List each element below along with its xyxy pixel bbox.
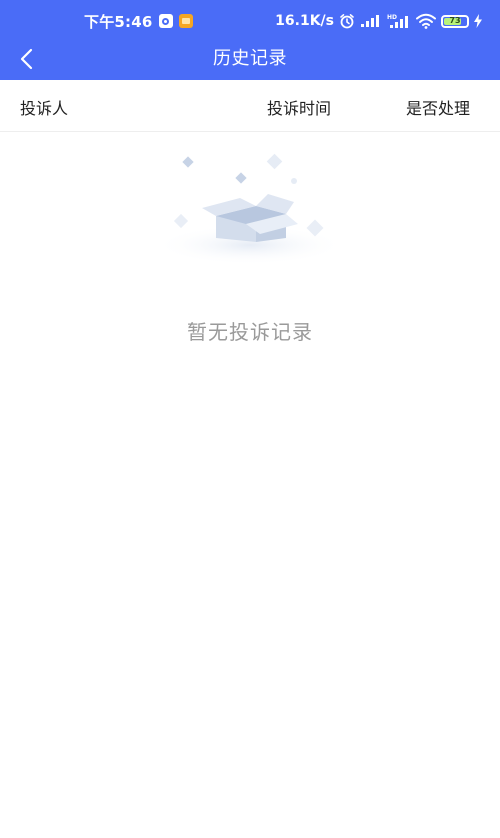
alarm-icon: [340, 14, 354, 29]
table-header: 投诉人 投诉时间 是否处理: [0, 80, 500, 132]
wifi-icon: [416, 13, 436, 29]
signal-hd-icon: HD: [387, 14, 408, 28]
status-time: 下午5:46: [84, 12, 153, 31]
charging-icon: [474, 14, 482, 28]
empty-state-message: 暂无投诉记录: [187, 320, 313, 344]
status-bar: 下午5:46 16.1K/s HD 73: [0, 0, 500, 40]
column-header-complaint-time: 投诉时间: [267, 99, 332, 118]
top-bar: 下午5:46 16.1K/s HD 73 历史记录: [0, 0, 500, 80]
column-header-complainant: 投诉人: [20, 99, 69, 118]
status-right: 16.1K/s HD 73: [275, 10, 482, 32]
svg-text:HD: HD: [387, 14, 397, 21]
empty-box-icon: [155, 153, 345, 265]
page-title: 历史记录: [213, 48, 287, 69]
nav-bar: 历史记录: [0, 38, 500, 80]
battery-icon: 73: [441, 14, 469, 28]
app-notification-icon: [178, 14, 193, 28]
app-notification-icon: [158, 14, 173, 28]
signal-icon: [361, 15, 379, 27]
battery-level: 73: [449, 16, 461, 25]
column-header-processed: 是否处理: [406, 99, 471, 118]
network-speed: 16.1K/s: [275, 13, 334, 29]
status-left: 下午5:46: [84, 10, 193, 32]
